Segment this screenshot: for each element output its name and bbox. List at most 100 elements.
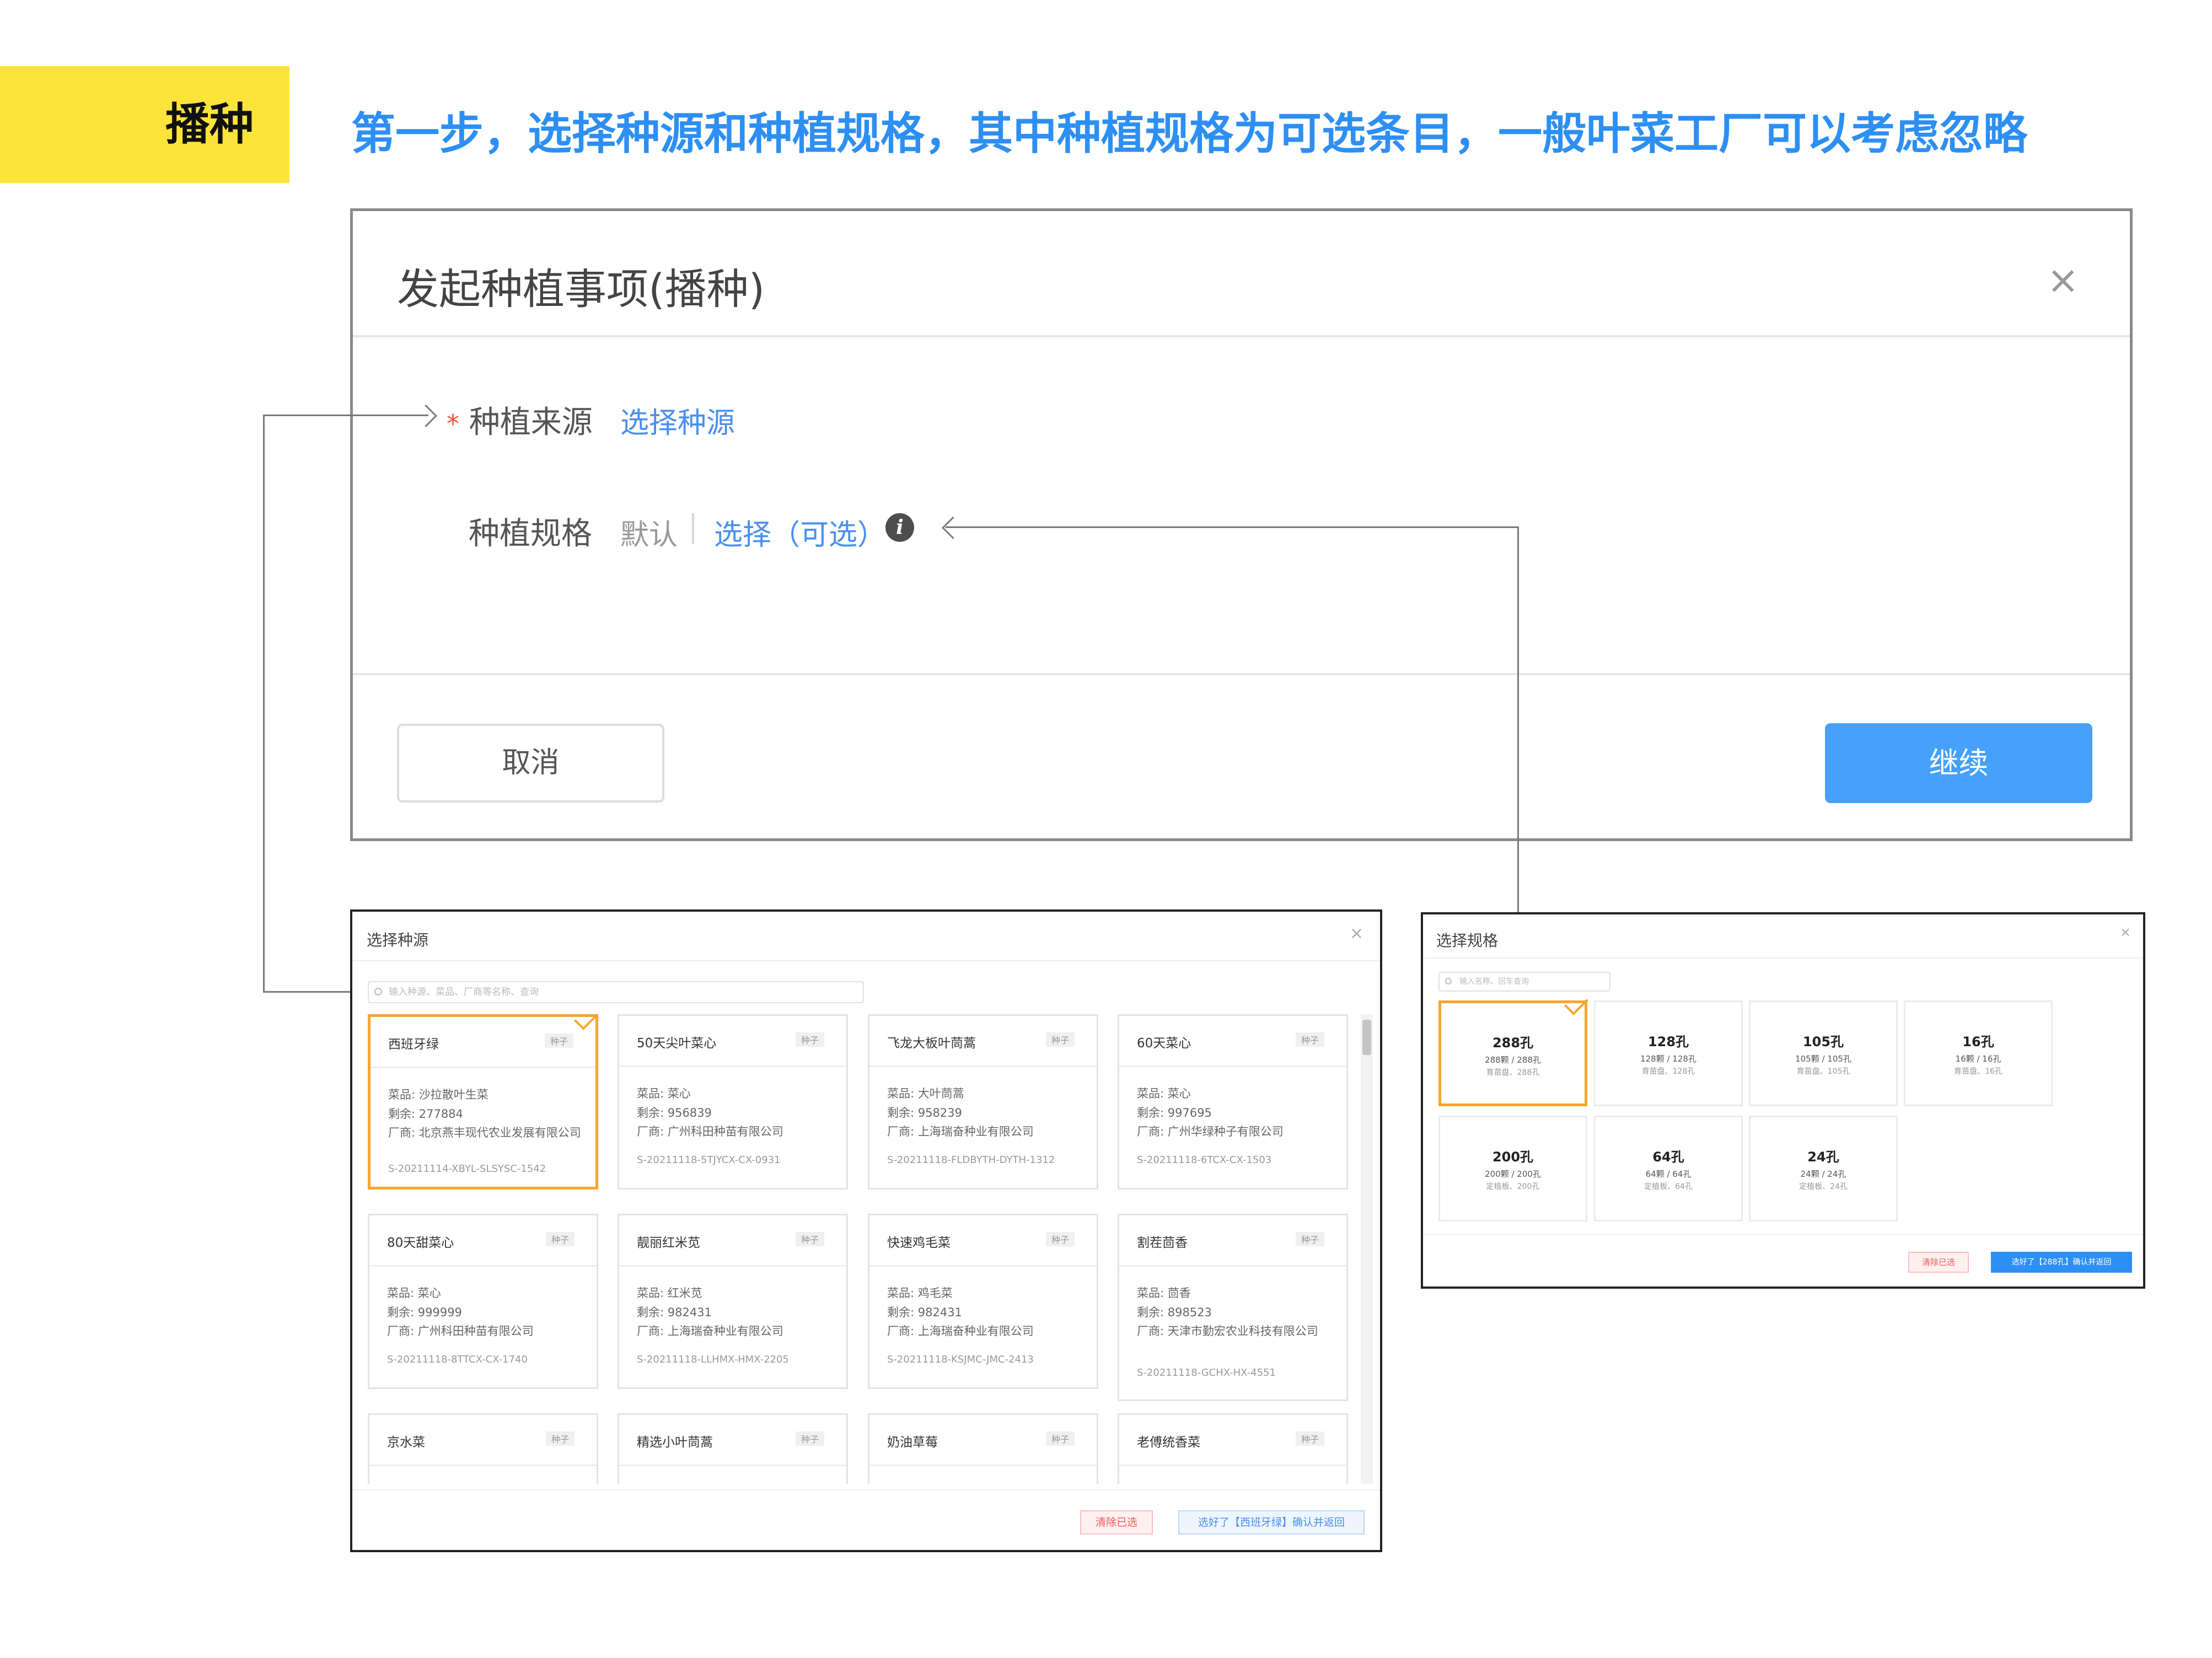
- seed-card[interactable]: 飞龙大板叶茼蒿 种子 菜品: 大叶茼蒿 剩余: 958239 厂商: 上海瑞奋种…: [868, 1014, 1098, 1189]
- divider: [352, 1489, 1380, 1490]
- seed-crop: 菜品: 菜心: [387, 1286, 441, 1300]
- seed-vendor: 厂商: 上海瑞奋种业有限公司: [887, 1125, 1034, 1138]
- spec-option[interactable]: 105孔 105颗 / 105孔 育苗盘、105孔: [1749, 1000, 1898, 1106]
- seed-remaining: 剩余: 982431: [637, 1306, 712, 1319]
- seed-name: 80天甜菜心: [387, 1236, 454, 1250]
- seed-name: 精选小叶茼蒿: [637, 1435, 713, 1450]
- spec-name: 288孔: [1492, 1035, 1534, 1051]
- source-label: * 种植来源: [447, 397, 593, 442]
- spec-default-option[interactable]: 默认: [620, 512, 678, 553]
- spec-note: 育苗盘、288孔: [1486, 1068, 1540, 1077]
- seed-vendor: 厂商: 上海瑞奋种业有限公司: [637, 1325, 783, 1338]
- spec-name: 128孔: [1647, 1034, 1689, 1049]
- spec-option[interactable]: 64孔 64颗 / 64孔 定植板、64孔: [1594, 1116, 1743, 1221]
- seed-card[interactable]: 60天菜心 种子 菜品: 菜心 剩余: 997695 厂商: 广州华绿种子有限公…: [1118, 1014, 1348, 1189]
- scrollbar[interactable]: [1361, 1014, 1373, 1484]
- spec-note: 育苗盘、128孔: [1641, 1067, 1695, 1076]
- seed-name: 快速鸡毛菜: [887, 1236, 951, 1250]
- seed-card[interactable]: 快速鸡毛菜 种子 菜品: 鸡毛菜 剩余: 982431 厂商: 上海瑞奋种业有限…: [868, 1214, 1098, 1389]
- spec-note: 育苗盘、16孔: [1954, 1067, 2002, 1076]
- source-label-text: 种植来源: [469, 405, 593, 440]
- seed-card[interactable]: 京水菜 种子: [368, 1413, 598, 1484]
- seed-vendor: 厂商: 广州华绿种子有限公司: [1137, 1125, 1284, 1138]
- close-icon[interactable]: ×: [2047, 261, 2079, 299]
- seed-card[interactable]: 80天甜菜心 种子 菜品: 菜心 剩余: 999999 厂商: 广州科田种苗有限…: [368, 1214, 598, 1389]
- seed-crop: 菜品: 菜心: [637, 1087, 691, 1100]
- spec-note: 育苗盘、105孔: [1796, 1067, 1850, 1076]
- seed-card[interactable]: 奶油草莓 种子: [868, 1413, 1098, 1484]
- clear-selection-button[interactable]: 清除已选: [1908, 1252, 1969, 1273]
- seed-code: S-20211118-5TJYCX-CX-0931: [637, 1154, 781, 1166]
- scrollbar-thumb[interactable]: [1362, 1020, 1371, 1055]
- seed-card[interactable]: 老傅统香菜 种子: [1118, 1413, 1348, 1484]
- seed-remaining: 剩余: 277884: [388, 1107, 463, 1121]
- seed-remaining: 剩余: 997695: [1137, 1106, 1212, 1119]
- close-icon[interactable]: ×: [1350, 924, 1363, 943]
- select-seed-source-link[interactable]: 选择种源: [620, 400, 735, 441]
- seed-name: 靓丽红米苋: [637, 1236, 700, 1250]
- spec-option[interactable]: 128孔 128颗 / 128孔 育苗盘、128孔: [1594, 1000, 1743, 1106]
- spec-capacity: 64颗 / 64孔: [1645, 1169, 1692, 1179]
- seed-card[interactable]: 靓丽红米苋 种子 菜品: 红米苋 剩余: 982431 厂商: 上海瑞奋种业有限…: [618, 1214, 848, 1389]
- seed-remaining: 剩余: 898523: [1137, 1306, 1212, 1319]
- clear-selection-button[interactable]: 清除已选: [1080, 1510, 1153, 1535]
- spec-capacity: 105颗 / 105孔: [1795, 1054, 1851, 1064]
- divider: [352, 960, 1380, 961]
- spec-label: 种植规格: [469, 516, 592, 552]
- dialog-title: 选择规格: [1436, 932, 1499, 950]
- seed-type-badge: 种子: [545, 1232, 575, 1246]
- seed-crop: 菜品: 菜心: [1137, 1087, 1191, 1100]
- seed-card[interactable]: 50天尖叶菜心 种子 菜品: 菜心 剩余: 956839 厂商: 广州科田种苗有…: [618, 1014, 848, 1189]
- seed-code: S-20211118-8TTCX-CX-1740: [387, 1354, 528, 1365]
- divider: [869, 1065, 1097, 1067]
- seed-code: S-20211118-FLDBYTH-DYTH-1312: [887, 1154, 1055, 1166]
- check-icon: [1564, 991, 1588, 1015]
- search-placeholder: 输入种源、菜品、厂商等名称、查询: [389, 987, 539, 998]
- spec-capacity: 200颗 / 200孔: [1485, 1169, 1541, 1179]
- seed-remaining: 剩余: 958239: [887, 1106, 962, 1119]
- option-separator: [692, 513, 694, 544]
- dialog-title: 选择种源: [367, 931, 429, 949]
- seed-name: 老傅统香菜: [1137, 1435, 1200, 1450]
- seed-vendor: 厂商: 天津市勤宏农业科技有限公司: [1137, 1325, 1318, 1338]
- close-icon[interactable]: ×: [2120, 924, 2131, 940]
- confirm-return-button[interactable]: 选好了【西班牙绿】确认并返回: [1178, 1510, 1365, 1535]
- seed-crop: 菜品: 红米苋: [637, 1286, 702, 1300]
- continue-button[interactable]: 继续: [1825, 723, 2092, 803]
- spec-name: 64孔: [1652, 1149, 1684, 1165]
- spec-choose-link[interactable]: 选择（可选）: [714, 512, 886, 553]
- seed-code: S-20211118-6TCX-CX-1503: [1137, 1154, 1272, 1166]
- divider: [869, 1465, 1097, 1466]
- section-tag: 播种: [0, 66, 289, 183]
- spec-option[interactable]: 16孔 16颗 / 16孔 育苗盘、16孔: [1904, 1000, 2053, 1106]
- divider: [1119, 1065, 1346, 1067]
- spec-capacity: 128颗 / 128孔: [1640, 1054, 1696, 1064]
- spec-option[interactable]: 24孔 24颗 / 24孔 定植板、24孔: [1749, 1116, 1898, 1221]
- seed-card[interactable]: 西班牙绿 种子 菜品: 沙拉散叶生菜 剩余: 277884 厂商: 北京燕丰现代…: [368, 1006, 598, 1189]
- spec-capacity: 24颗 / 24孔: [1800, 1169, 1846, 1179]
- seed-name: 京水菜: [387, 1435, 425, 1450]
- seed-remaining: 剩余: 956839: [637, 1106, 712, 1119]
- seed-remaining: 剩余: 999999: [387, 1306, 462, 1319]
- seed-type-badge: 种子: [1045, 1032, 1075, 1047]
- seed-card[interactable]: 精选小叶茼蒿 种子: [618, 1413, 848, 1484]
- seed-card[interactable]: 割茬茴香 种子 菜品: 茴香 剩余: 898523 厂商: 天津市勤宏农业科技有…: [1118, 1214, 1348, 1401]
- divider: [1423, 1234, 2143, 1235]
- seed-search-input[interactable]: 输入种源、菜品、厂商等名称、查询: [368, 981, 864, 1003]
- spec-capacity: 16颗 / 16孔: [1955, 1054, 2001, 1064]
- seed-remaining: 剩余: 982431: [887, 1306, 962, 1319]
- spec-option[interactable]: 200孔 200颗 / 200孔 定植板、200孔: [1438, 1116, 1587, 1221]
- seed-type-badge: 种子: [1295, 1032, 1324, 1047]
- select-seed-source-dialog: 选择种源 × 输入种源、菜品、厂商等名称、查询 西班牙绿 种子 菜品: 沙拉散叶…: [350, 909, 1382, 1552]
- cancel-button[interactable]: 取消: [397, 724, 664, 803]
- spec-search-input[interactable]: 输入名称、回车查询: [1438, 972, 1610, 992]
- confirm-return-button[interactable]: 选好了【288孔】确认并返回: [1991, 1252, 2132, 1273]
- seed-crop: 菜品: 沙拉散叶生菜: [388, 1088, 488, 1101]
- connector-line: [263, 415, 265, 992]
- seed-type-badge: 种子: [545, 1431, 575, 1446]
- divider: [1119, 1265, 1346, 1267]
- info-icon[interactable]: i: [885, 513, 914, 542]
- seed-name: 奶油草莓: [887, 1435, 938, 1450]
- spec-option[interactable]: 288孔 288颗 / 288孔 育苗盘、288孔: [1438, 991, 1588, 1106]
- seed-type-badge: 种子: [1295, 1232, 1324, 1246]
